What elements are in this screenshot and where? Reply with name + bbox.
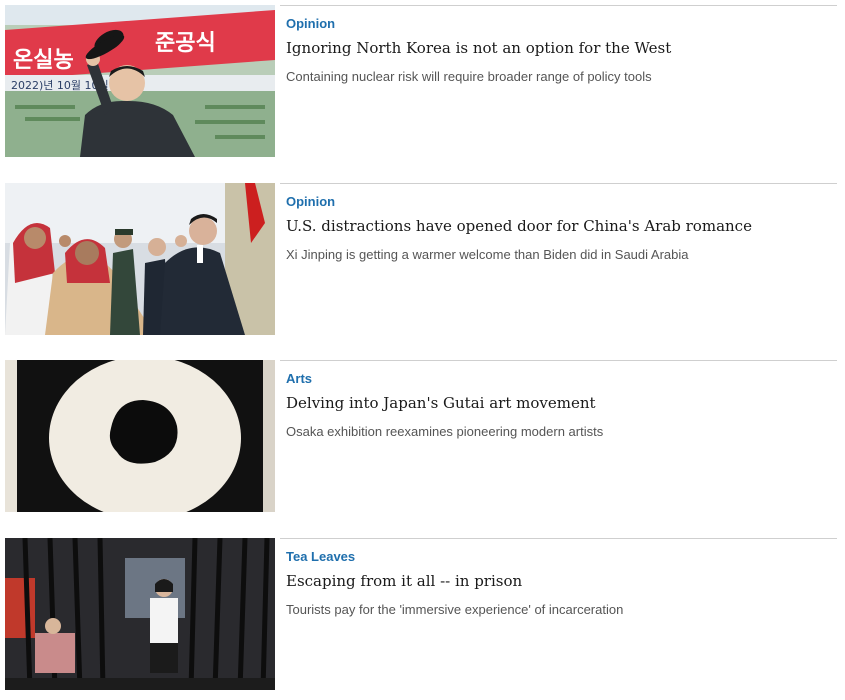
article-thumbnail-xi-saudi[interactable] <box>5 183 275 335</box>
article-category[interactable]: Arts <box>286 371 826 387</box>
article-thumbnail-gutai-art[interactable] <box>5 360 275 512</box>
divider <box>280 183 837 184</box>
article-card: Arts Delving into Japan's Gutai art move… <box>5 360 837 512</box>
article-card: Tea Leaves Escaping from it all -- in pr… <box>5 538 837 690</box>
article-headline[interactable]: Delving into Japan's Gutai art movement <box>286 393 826 413</box>
svg-text:온실농: 온실농 <box>13 48 74 73</box>
svg-text:준공식: 준공식 <box>155 31 216 56</box>
article-card: Opinion U.S. distractions have opened do… <box>5 183 837 335</box>
article-headline[interactable]: U.S. distractions have opened door for C… <box>286 216 826 236</box>
article-category[interactable]: Opinion <box>286 194 826 210</box>
divider <box>280 5 837 6</box>
article-text: Tea Leaves Escaping from it all -- in pr… <box>275 538 826 690</box>
article-headline[interactable]: Escaping from it all -- in prison <box>286 571 826 591</box>
article-thumbnail-prison[interactable] <box>5 538 275 690</box>
article-card: 온실농 준공식 2022)년 10월 10일 Opinion Ignoring … <box>5 5 837 157</box>
article-text: Opinion U.S. distractions have opened do… <box>275 183 826 335</box>
article-category[interactable]: Opinion <box>286 16 826 32</box>
divider <box>280 360 837 361</box>
article-thumbnail-north-korea[interactable]: 온실농 준공식 2022)년 10월 10일 <box>5 5 275 157</box>
article-list: 온실농 준공식 2022)년 10월 10일 Opinion Ignoring … <box>0 0 845 700</box>
article-summary: Osaka exhibition reexamines pioneering m… <box>286 424 604 439</box>
article-summary: Xi Jinping is getting a warmer welcome t… <box>286 247 689 262</box>
article-category[interactable]: Tea Leaves <box>286 549 826 565</box>
divider <box>280 538 837 539</box>
article-text: Opinion Ignoring North Korea is not an o… <box>275 5 826 157</box>
article-summary: Containing nuclear risk will require bro… <box>286 69 652 84</box>
article-summary: Tourists pay for the 'immersive experien… <box>286 602 624 617</box>
article-headline[interactable]: Ignoring North Korea is not an option fo… <box>286 38 826 58</box>
article-text: Arts Delving into Japan's Gutai art move… <box>275 360 826 512</box>
